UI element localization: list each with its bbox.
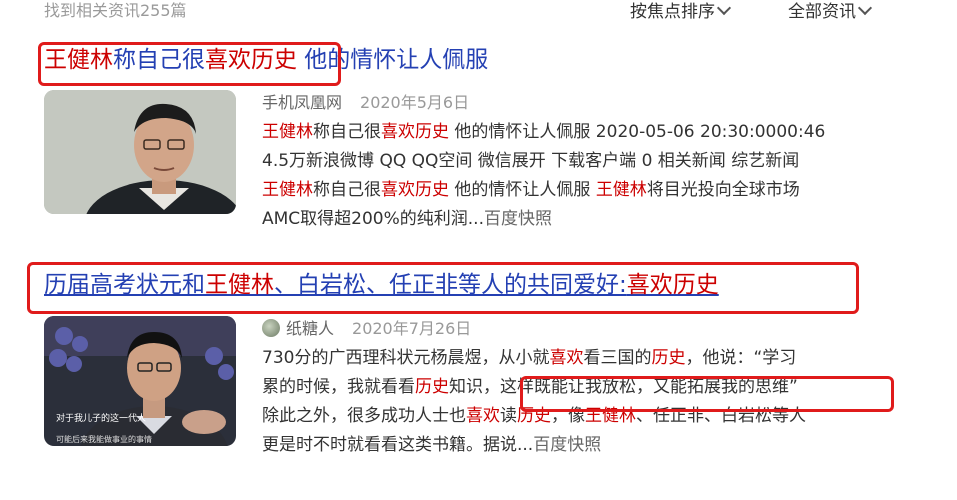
sort-by-focus-dropdown[interactable]: 按焦点排序	[630, 0, 732, 24]
snippet-line: 除此之外，很多成功人士也喜欢读历史，像王健林、任正非、白岩松等人	[262, 402, 902, 431]
video-caption: 对于我儿子的这一代人	[56, 412, 146, 424]
snippet-line: 王健林称自己很喜欢历史 他的情怀让人佩服 王健林将目光投向全球市场	[262, 176, 902, 205]
snippet-text: 称自己很	[313, 122, 381, 142]
snippet-line: AMC取得超200%的纯利润...百度快照	[262, 205, 902, 234]
snippet-line: 4.5万新浪微博 QQ QQ空间 微信展开 下载客户端 0 相关新闻 综艺新闻	[262, 147, 902, 176]
source-name: 手机凤凰网	[262, 93, 343, 112]
snippet-text: AMC取得超200%的纯利润...	[262, 209, 484, 229]
publish-date: 2020年5月6日	[360, 93, 470, 112]
snippet-text: 称自己很	[313, 180, 381, 200]
snippet-text: 知识，	[449, 377, 500, 397]
title-highlight: 喜欢历史	[205, 47, 297, 73]
snippet-text: 除此之外，很多成功人士也	[262, 406, 466, 426]
keyword-highlight: 喜欢历史	[381, 180, 449, 200]
keyword-highlight: 历史	[415, 377, 449, 397]
snippet-line: 更是时不时就看看这类书籍。据说...百度快照	[262, 431, 902, 460]
keyword-highlight: 历史	[651, 348, 686, 368]
chevron-down-icon	[716, 0, 732, 16]
category-label: 全部资讯	[788, 2, 856, 22]
quote-text: 这样既能让我放松，又能拓展我的思维”	[500, 377, 798, 397]
snippet-text: 4.5万新浪微博 QQ QQ空间 微信展开 下载客户端 0 相关新闻 综艺新闻	[262, 151, 800, 171]
video-still-image: 对于我儿子的这一代人 可能后来我能做事业的事情	[44, 316, 236, 446]
title-highlight: 王健林	[44, 47, 113, 73]
snippet-text: 看三国的	[583, 348, 652, 368]
keyword-highlight: 王健林	[262, 180, 313, 200]
snippet-text: ，他说：“学习	[685, 348, 797, 368]
result-title-link[interactable]: 王健林称自己很喜欢历史 他的情怀让人佩服	[44, 45, 488, 75]
keyword-highlight: 王健林	[595, 180, 647, 200]
result-thumbnail[interactable]: 对于我儿子的这一代人 可能后来我能做事业的事情	[44, 316, 236, 446]
snippet-text: 更是时不时就看看这类书籍。据说...	[262, 435, 534, 455]
result-title-link[interactable]: 历届高考状元和王健林、白岩松、任正非等人的共同爱好:喜欢历史	[44, 270, 719, 300]
title-text: 称自己很	[113, 47, 205, 73]
keyword-highlight: 喜欢历史	[381, 122, 449, 142]
category-dropdown[interactable]: 全部资讯	[788, 0, 873, 24]
snippet-text: 、任正非、白岩松等人	[636, 406, 806, 426]
result-thumbnail[interactable]	[44, 90, 236, 214]
result-meta: 手机凤凰网 2020年5月6日	[262, 92, 469, 114]
title-text: 、白岩松、任正非等人的共同爱好:	[274, 272, 627, 298]
snippet-text: ，像	[551, 406, 585, 426]
snippet-line: 王健林称自己很喜欢历史 他的情怀让人佩服 2020-05-06 20:30:00…	[262, 118, 902, 147]
source-name: 纸糖人	[286, 319, 335, 338]
keyword-highlight: 喜欢	[466, 406, 500, 426]
result-snippet: 730分的广西理科状元杨晨煜，从小就喜欢看三国的历史，他说：“学习 累的时候，我…	[262, 344, 902, 460]
results-toolbar: 找到相关资讯255篇 按焦点排序 全部资讯	[0, 0, 957, 24]
snippet-text: 他的情怀让人佩服	[449, 180, 596, 200]
snippet-text: 累的时候，我就看看	[262, 377, 415, 397]
title-text: 历届高考状元和	[44, 272, 205, 298]
snippet-text: 730分的广西理科状元杨晨煜，从小就	[262, 348, 550, 368]
keyword-highlight: 王健林	[585, 406, 636, 426]
keyword-highlight: 喜欢	[549, 348, 584, 368]
baidu-snapshot-link[interactable]: 百度快照	[484, 209, 552, 229]
title-highlight: 王健林	[205, 272, 274, 298]
baidu-snapshot-link[interactable]: 百度快照	[533, 435, 601, 455]
sort-label: 按焦点排序	[630, 2, 715, 22]
keyword-highlight: 王健林	[262, 122, 313, 142]
results-count: 找到相关资讯255篇	[44, 1, 187, 20]
snippet-text: 将目光投向全球市场	[646, 180, 800, 200]
source-avatar	[262, 319, 280, 337]
snippet-line: 累的时候，我就看看历史知识，这样既能让我放松，又能拓展我的思维”	[262, 373, 902, 402]
title-text: 他的情怀让人佩服	[297, 47, 489, 73]
snippet-line: 730分的广西理科状元杨晨煜，从小就喜欢看三国的历史，他说：“学习	[262, 344, 902, 373]
chevron-down-icon	[857, 0, 873, 16]
video-caption: 可能后来我能做事业的事情	[56, 434, 152, 444]
keyword-highlight: 历史	[517, 406, 551, 426]
result-meta: 纸糖人 2020年7月26日	[262, 318, 471, 340]
publish-date: 2020年7月26日	[352, 319, 472, 338]
snippet-text: 他的情怀让人佩服 2020-05-06 20:30:0000:46	[449, 122, 826, 142]
snippet-text: 读	[500, 406, 517, 426]
result-snippet: 王健林称自己很喜欢历史 他的情怀让人佩服 2020-05-06 20:30:00…	[262, 118, 902, 234]
title-highlight: 喜欢历史	[626, 272, 719, 298]
portrait-image	[44, 90, 236, 214]
